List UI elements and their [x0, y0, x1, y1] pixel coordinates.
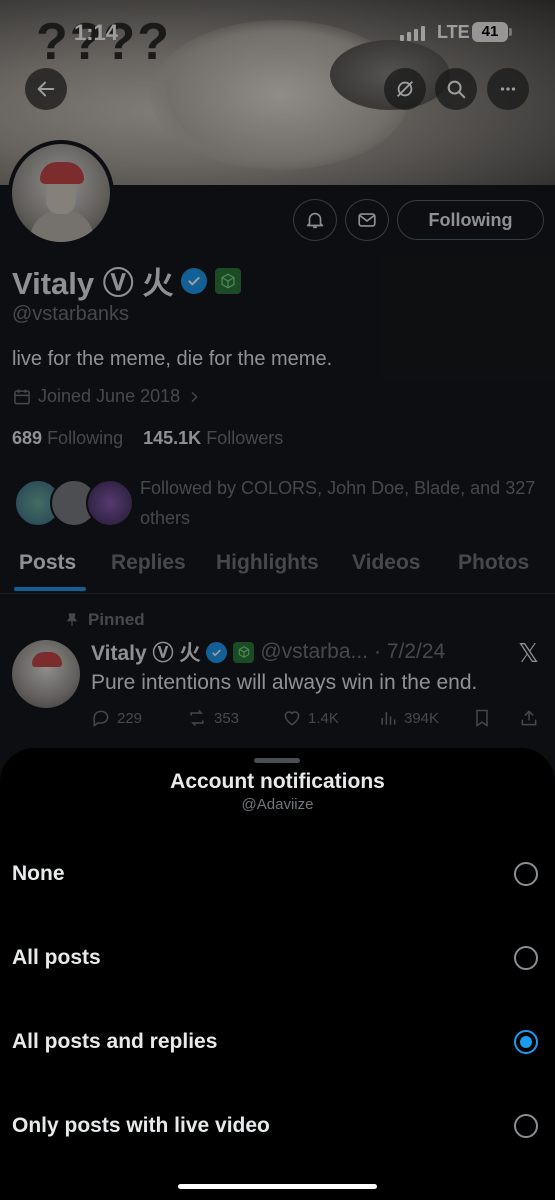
radio-button[interactable]	[514, 946, 538, 970]
home-indicator[interactable]	[178, 1184, 377, 1189]
option-label: Only posts with live video	[12, 1114, 270, 1137]
option-label: All posts	[12, 946, 101, 969]
option-live-video[interactable]: Only posts with live video	[0, 1088, 555, 1168]
option-all-posts[interactable]: All posts	[0, 920, 555, 1000]
option-label: None	[12, 862, 65, 885]
radio-button[interactable]	[514, 1114, 538, 1138]
option-none[interactable]: None	[0, 836, 555, 916]
option-all-posts-and-replies[interactable]: All posts and replies	[0, 1004, 555, 1084]
radio-button[interactable]	[514, 862, 538, 886]
sheet-title: Account notifications	[170, 770, 385, 793]
option-label: All posts and replies	[12, 1030, 218, 1053]
sheet-subtitle: @Adaviize	[241, 796, 314, 813]
screen: ???? 1:14 LTE 41 Following Vitaly Ⓥ 火 @v…	[0, 0, 555, 1200]
radio-button-selected[interactable]	[514, 1030, 538, 1054]
sheet-grabber[interactable]	[254, 758, 300, 763]
account-notifications-sheet: Account notifications @Adaviize None All…	[0, 748, 555, 1200]
